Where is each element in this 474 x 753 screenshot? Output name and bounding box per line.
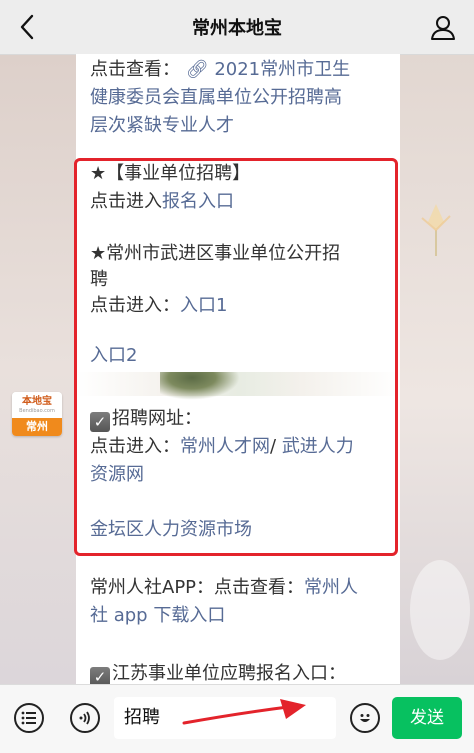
petal-decoration bbox=[410, 560, 470, 660]
background-left-decoration bbox=[0, 54, 76, 684]
official-account-badge[interactable]: 本地宝 Bendibao.com 常州 bbox=[12, 392, 62, 436]
smiley-icon bbox=[360, 714, 370, 722]
red-arrow-annotation bbox=[182, 699, 306, 725]
badge-logo-text: 本地宝 bbox=[22, 396, 52, 407]
send-button[interactable]: 发送 bbox=[392, 697, 462, 739]
menu-button[interactable] bbox=[14, 703, 44, 733]
app-download-link[interactable]: 常州人 bbox=[304, 577, 358, 598]
voice-icon bbox=[79, 711, 90, 725]
chevron-left-icon bbox=[20, 14, 34, 40]
person-icon bbox=[431, 16, 455, 40]
profile-button[interactable] bbox=[426, 10, 460, 44]
menu-list-icon bbox=[21, 711, 36, 725]
section-title-text: 江苏事业单位应聘报名入口： bbox=[112, 663, 346, 684]
paragraph-text: 常州人社APP：点击查看： bbox=[90, 577, 305, 598]
badge-url-text: Bendibao.com bbox=[19, 408, 55, 414]
link-icon: 🔗︎ bbox=[185, 59, 209, 80]
flower-decoration bbox=[421, 204, 451, 256]
article-paragraph-line: 常州人社APP：点击查看：常州人 bbox=[90, 574, 358, 602]
article-link-continuation[interactable]: 健康委员会直属单位公开招聘高 bbox=[90, 84, 342, 112]
red-highlight-box bbox=[74, 158, 398, 556]
top-navigation-bar: 常州本地宝 bbox=[0, 0, 474, 55]
article-paragraph-line: 点击查看： 🔗︎ 2021常州市卫生 bbox=[90, 56, 350, 84]
badge-logo-area: 本地宝 Bendibao.com bbox=[12, 392, 62, 418]
paragraph-text: 点击查看： bbox=[90, 59, 180, 80]
article-link[interactable]: 2021常州市卫生 bbox=[214, 59, 350, 80]
article-link-continuation[interactable]: 层次紧缺专业人才 bbox=[90, 112, 234, 140]
back-button[interactable] bbox=[10, 10, 44, 44]
badge-city-label: 常州 bbox=[12, 418, 62, 436]
voice-button[interactable] bbox=[70, 703, 100, 733]
emoji-button[interactable] bbox=[350, 703, 380, 733]
page-title: 常州本地宝 bbox=[192, 18, 282, 39]
app-download-link-continuation[interactable]: 社 app 下载入口 bbox=[90, 602, 225, 630]
